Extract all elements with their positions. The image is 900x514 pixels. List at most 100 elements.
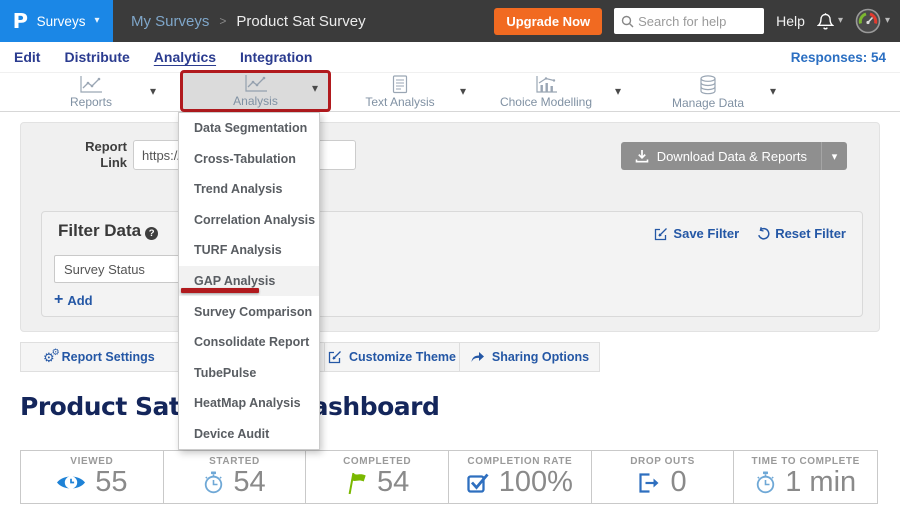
breadcrumb-separator: > (219, 14, 226, 28)
save-filter-button[interactable]: Save Filter (654, 226, 739, 241)
toolbar-manage-data-label: Manage Data (672, 96, 744, 110)
menu-item-heatmap-analysis[interactable]: HeatMap Analysis (179, 388, 319, 419)
tab-sharing-options[interactable]: Sharing Options (459, 343, 599, 371)
report-link-label: Report Link (69, 139, 127, 172)
menu-item-trend-analysis[interactable]: Trend Analysis (179, 174, 319, 205)
responses-count[interactable]: Responses: 54 (791, 50, 886, 65)
stat-drop-outs: DROP OUTS 0 (592, 451, 735, 503)
topbar-right: Upgrade Now Help ▾ ▾ (494, 0, 890, 42)
plus-icon: + (54, 292, 63, 308)
toolbar-analysis-annotated[interactable]: Analysis ▾ (180, 70, 331, 112)
toolbar-reports-label: Reports (70, 95, 112, 109)
help-link[interactable]: Help (776, 13, 805, 29)
toolbar-manage-data[interactable]: Manage Data (638, 73, 778, 111)
flag-icon (345, 471, 368, 495)
toolbar-text-analysis-label: Text Analysis (365, 95, 434, 109)
pencil-square-icon (654, 227, 668, 241)
filter-data-panel: Filter Data ? Save Filter Reset Filter S… (41, 211, 863, 317)
survey-status-value: Survey Status (64, 262, 145, 277)
topbar: P Surveys ▾ My Surveys > Product Sat Sur… (0, 0, 900, 42)
menu-item-correlation-analysis[interactable]: Correlation Analysis (179, 205, 319, 236)
tab-report-settings-label: Report Settings (62, 350, 155, 364)
download-data-reports-button[interactable]: Download Data & Reports ▾ (621, 142, 847, 170)
eye-icon (56, 472, 86, 493)
add-filter-button[interactable]: + Add (54, 292, 93, 308)
stat-time-to-complete-value: 1 min (785, 468, 856, 497)
nav-distribute[interactable]: Distribute (64, 49, 129, 65)
toolbar-analysis-label: Analysis (233, 94, 278, 108)
menu-item-data-segmentation[interactable]: Data Segmentation (179, 113, 319, 144)
questionpro-logo: P (13, 9, 28, 33)
stat-viewed: VIEWED 55 (21, 451, 164, 503)
menu-item-tubepulse[interactable]: TubePulse (179, 357, 319, 388)
stat-completion-rate: COMPLETION RATE 100% (449, 451, 592, 503)
stat-started: STARTED 54 (164, 451, 307, 503)
bar-line-chart-icon (535, 75, 558, 94)
tab-customize-theme[interactable]: Customize Theme (324, 343, 459, 371)
stat-drop-outs-value: 0 (670, 468, 686, 497)
analysis-caret-icon[interactable]: ▾ (312, 81, 318, 95)
stat-completed-value: 54 (377, 468, 409, 497)
help-question-icon[interactable]: ? (145, 227, 158, 240)
toolbar-reports[interactable]: Reports (21, 73, 161, 111)
reports-caret-icon[interactable]: ▾ (150, 84, 156, 98)
chevron-down-icon: ▾ (838, 16, 843, 26)
search-icon (621, 15, 634, 28)
document-icon (392, 75, 408, 94)
choice-modelling-caret-icon[interactable]: ▾ (615, 84, 621, 98)
stat-completion-rate-value: 100% (499, 468, 573, 497)
toolbar-text-analysis[interactable]: Text Analysis (330, 73, 470, 111)
notifications-menu[interactable]: ▾ (817, 12, 843, 31)
stats-bar: VIEWED 55 STARTED 54 COMPLETED 54 COMPLE… (20, 450, 878, 504)
filter-data-title: Filter Data (58, 221, 141, 241)
reset-filter-button[interactable]: Reset Filter (757, 226, 846, 241)
menu-item-cross-tabulation[interactable]: Cross-Tabulation (179, 144, 319, 175)
undo-icon (757, 227, 770, 240)
surveys-menu-label: Surveys (37, 14, 86, 29)
exit-icon (638, 472, 661, 494)
search-input[interactable] (614, 8, 764, 34)
nav-analytics[interactable]: Analytics (154, 49, 216, 65)
avatar (855, 8, 881, 34)
breadcrumb-current: Product Sat Survey (236, 13, 365, 30)
menu-item-device-audit[interactable]: Device Audit (179, 418, 319, 449)
download-options-caret-icon[interactable]: ▾ (821, 142, 847, 170)
download-button-label: Download Data & Reports (657, 149, 807, 164)
stat-viewed-value: 55 (95, 468, 127, 497)
breadcrumb-my-surveys[interactable]: My Surveys (131, 13, 209, 30)
text-analysis-caret-icon[interactable]: ▾ (460, 84, 466, 98)
account-menu[interactable]: ▾ (855, 8, 890, 34)
questionpro-analytics-page: P Surveys ▾ My Surveys > Product Sat Sur… (0, 0, 900, 514)
line-chart-icon (79, 75, 103, 94)
stat-started-value: 54 (233, 468, 265, 497)
filter-actions: Save Filter Reset Filter (654, 226, 846, 241)
survey-nav: Edit Distribute Analytics Integration Re… (0, 42, 900, 73)
stat-completed: COMPLETED 54 (306, 451, 449, 503)
tab-customize-theme-label: Customize Theme (349, 350, 456, 364)
menu-item-turf-analysis[interactable]: TURF Analysis (179, 235, 319, 266)
save-filter-label: Save Filter (673, 226, 739, 241)
chevron-down-icon: ▾ (885, 16, 890, 26)
surveys-menu[interactable]: P Surveys ▾ (0, 0, 113, 42)
share-arrow-icon (470, 351, 485, 363)
upgrade-now-button[interactable]: Upgrade Now (494, 8, 602, 35)
menu-item-survey-comparison[interactable]: Survey Comparison (179, 296, 319, 327)
report-panel: Report Link Download Data & Reports ▾ Fi… (20, 122, 880, 332)
analytics-toolbar: Reports ▾ Text Analysis ▾ Choice Modelli… (0, 73, 900, 112)
toolbar-choice-modelling[interactable]: Choice Modelling (476, 73, 616, 111)
nav-edit[interactable]: Edit (14, 49, 40, 65)
tab-sharing-options-label: Sharing Options (492, 350, 589, 364)
menu-item-consolidate-report[interactable]: Consolidate Report (179, 327, 319, 358)
toolbar-choice-modelling-label: Choice Modelling (500, 95, 592, 109)
reset-filter-label: Reset Filter (775, 226, 846, 241)
line-chart-icon (244, 74, 268, 93)
bell-icon (817, 12, 834, 31)
manage-data-caret-icon[interactable]: ▾ (770, 84, 776, 98)
pencil-square-icon (328, 350, 342, 364)
stat-time-to-complete: TIME TO COMPLETE 1 min (734, 451, 877, 503)
nav-integration[interactable]: Integration (240, 49, 312, 65)
stopwatch-icon (203, 471, 224, 495)
analysis-dropdown-menu: Data Segmentation Cross-Tabulation Trend… (178, 112, 320, 450)
database-icon (699, 75, 717, 95)
filter-title-row: Filter Data ? (58, 221, 158, 241)
